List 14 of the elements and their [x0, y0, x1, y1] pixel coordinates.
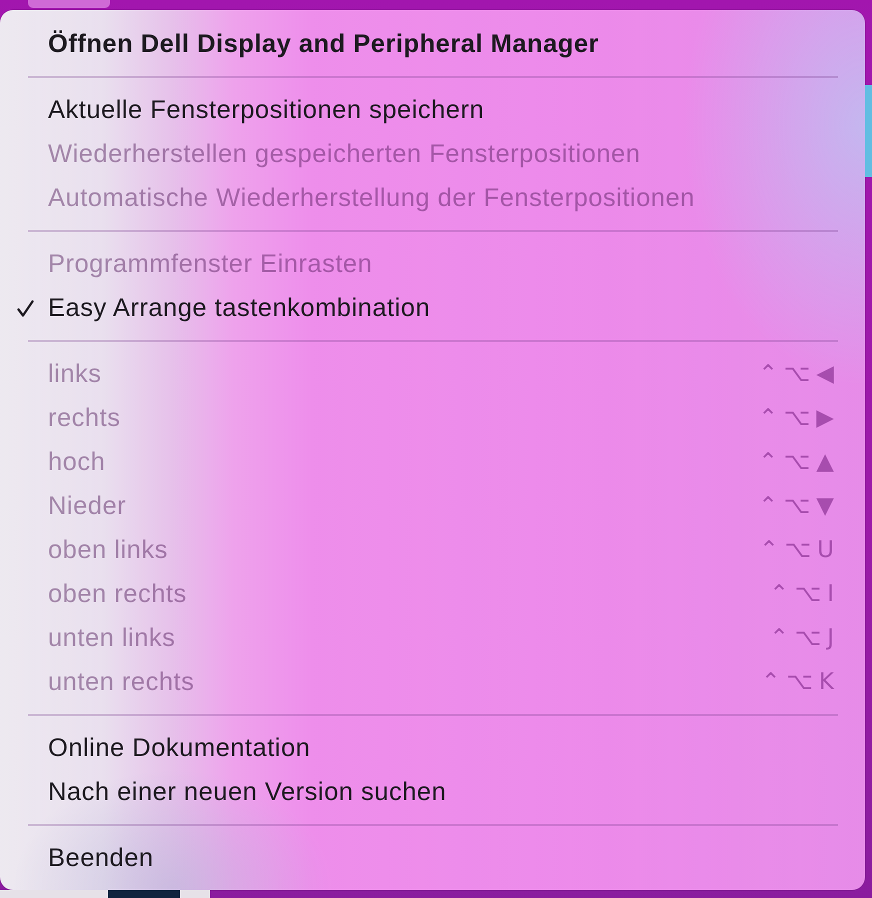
keyboard-shortcut: ⌃⌥▼	[758, 492, 840, 521]
menu-item[interactable]: Beenden	[48, 843, 154, 873]
menu-item[interactable]: Aktuelle Fensterpositionen speichern	[48, 95, 484, 125]
menu-item[interactable]: Öffnen Dell Display and Peripheral Manager	[48, 29, 599, 59]
keyboard-shortcut: ⌃⌥I	[769, 580, 840, 609]
keyboard-shortcut: ⌃⌥▲	[758, 448, 840, 477]
keyboard-shortcut: ⌃⌥▶	[758, 404, 840, 433]
keyboard-shortcut: ⌃⌥U	[759, 536, 840, 565]
keyboard-shortcut: ⌃⌥K	[761, 668, 840, 697]
menu-item[interactable]: Easy Arrange tastenkombination	[48, 293, 430, 323]
menu-item[interactable]: Online Dokumentation	[48, 733, 310, 763]
menu-item[interactable]: Nach einer neuen Version suchen	[48, 777, 446, 807]
keyboard-shortcut: ⌃⌥◀	[758, 360, 840, 389]
keyboard-shortcut: ⌃⌥J	[769, 624, 840, 653]
